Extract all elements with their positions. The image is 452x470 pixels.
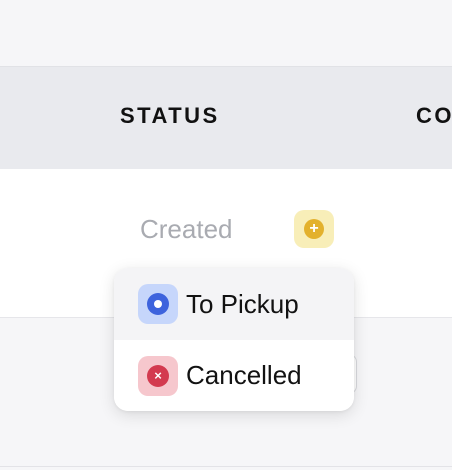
plus-circle-icon: + bbox=[304, 219, 324, 239]
add-status-button[interactable]: + bbox=[294, 210, 334, 248]
status-dropdown-menu: To Pickup × Cancelled bbox=[114, 268, 354, 411]
page-top-area bbox=[0, 0, 452, 66]
status-value: Created bbox=[140, 214, 233, 244]
dropdown-option-cancelled[interactable]: × Cancelled bbox=[114, 340, 354, 411]
circle-dot-icon bbox=[138, 284, 178, 324]
row-divider bbox=[0, 466, 452, 467]
dropdown-option-label: To Pickup bbox=[186, 288, 299, 319]
column-header-truncated[interactable]: CO bbox=[416, 103, 452, 129]
x-circle-icon: × bbox=[138, 355, 178, 396]
dropdown-option-label: Cancelled bbox=[186, 360, 302, 390]
table-header-row: STATUS CO bbox=[0, 66, 452, 170]
dropdown-option-to-pickup[interactable]: To Pickup bbox=[114, 268, 354, 340]
column-header-status[interactable]: STATUS bbox=[120, 103, 220, 129]
